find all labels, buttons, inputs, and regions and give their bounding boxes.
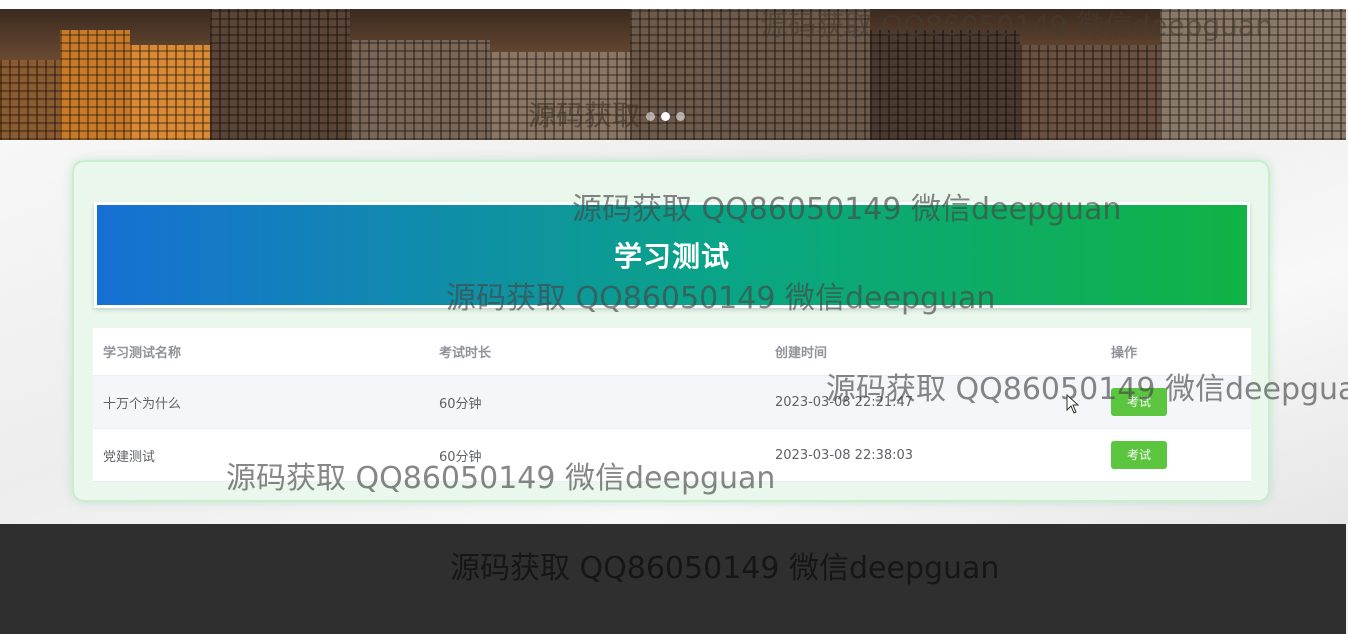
cell-name: 十万个为什么 [103, 396, 182, 412]
building-shape [210, 9, 350, 140]
header-action: 操作 [1111, 346, 1138, 361]
building-shape [1020, 45, 1160, 140]
top-strip [0, 0, 1348, 9]
exam-button[interactable]: 考试 [1111, 441, 1167, 469]
carousel-indicators[interactable] [646, 112, 685, 121]
cell-duration: 60分钟 [439, 449, 482, 465]
carousel-dot[interactable] [661, 112, 670, 121]
banner-carousel[interactable] [0, 9, 1346, 140]
header-name: 学习测试名称 [103, 346, 182, 361]
table-header-row: 学习测试名称 考试时长 创建时间 操作 [93, 328, 1251, 376]
cell-action: 考试 [1101, 441, 1251, 469]
building-shape [1160, 9, 1346, 140]
header-created: 创建时间 [775, 346, 828, 361]
cell-created: 2023-03-08 22:21:47 [775, 394, 914, 410]
cell-name: 党建测试 [103, 449, 156, 465]
page-title: 学习测试 [97, 205, 1247, 305]
building-shape [130, 45, 210, 140]
exam-button[interactable]: 考试 [1111, 388, 1167, 416]
building-shape [60, 30, 130, 140]
header-duration: 考试时长 [439, 346, 492, 361]
carousel-dot[interactable] [676, 112, 685, 121]
carousel-dot[interactable] [646, 112, 655, 121]
page-title-box: 学习测试 [94, 202, 1250, 308]
building-shape [870, 30, 1020, 140]
cell-action: 考试 [1101, 388, 1251, 416]
building-shape [350, 40, 490, 140]
cell-created: 2023-03-08 22:38:03 [775, 447, 914, 463]
building-shape [490, 52, 630, 140]
table-row: 党建测试 60分钟 2023-03-08 22:38:03 考试 [93, 429, 1251, 482]
page-footer [0, 524, 1346, 634]
mouse-cursor-icon [1066, 394, 1080, 414]
cell-duration: 60分钟 [439, 396, 482, 412]
building-shape [0, 60, 60, 140]
